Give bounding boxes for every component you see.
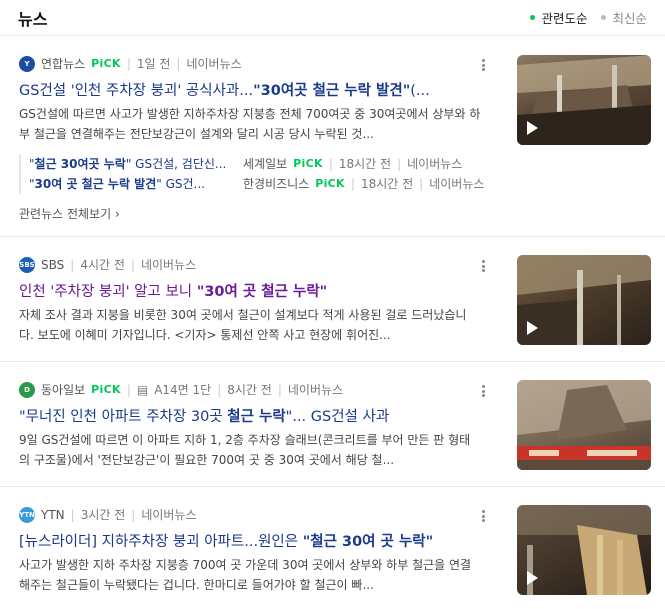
sort-options: 관련도순 최신순: [530, 8, 647, 27]
news-title-link[interactable]: 인천 '주차장 붕괴' 알고 보니 "30여 곳 철근 누락": [19, 280, 481, 301]
collapse-scene-image: [517, 380, 651, 470]
news-video-thumbnail[interactable]: [517, 55, 651, 145]
news-item: SBS SBS | 4시간 전 | 네이버뉴스 인천 '주차장 붕괴' 알고 보…: [0, 238, 665, 362]
print-page: A14면 1단: [154, 383, 212, 397]
naver-news-link[interactable]: 네이버뉴스: [141, 506, 196, 523]
press-name[interactable]: 연합뉴스: [41, 55, 85, 72]
play-icon: [527, 571, 538, 585]
sort-latest-button[interactable]: 최신순: [601, 8, 647, 27]
news-description[interactable]: GS건설에 따르면 사고가 발생한 지하주차장 지붕층 전체 700여곳 중 3…: [19, 104, 481, 144]
news-photo-thumbnail[interactable]: [517, 380, 651, 470]
news-description[interactable]: 9일 GS건설에 따르면 이 아파트 지하 1, 2층 주차장 슬래브(콘크리트…: [19, 430, 481, 470]
press-name[interactable]: YTN: [41, 508, 65, 522]
news-header: 뉴스 관련도순 최신순: [0, 0, 665, 36]
pick-badge: PiCK: [91, 57, 121, 70]
related-article: "철근 30여곳 누락" GS건설, 검단신... 세계일보 PiCK | 18…: [29, 154, 487, 174]
related-articles: "철근 30여곳 누락" GS건설, 검단신... 세계일보 PiCK | 18…: [19, 154, 487, 194]
section-title: 뉴스: [18, 9, 48, 29]
related-press-name[interactable]: 세계일보: [243, 154, 287, 174]
newspaper-icon: ▤: [136, 382, 149, 397]
related-article: "30여 곳 철근 누락 발견" GS건... 한경비즈니스 PiCK | 18…: [29, 174, 487, 194]
news-item: Y 연합뉴스 PiCK | 1일 전 | 네이버뉴스 GS건설 '인천 주차장 …: [0, 37, 665, 237]
naver-news-link[interactable]: 네이버뉴스: [141, 256, 196, 273]
sbs-logo-icon: SBS: [19, 256, 35, 273]
dot-icon: [601, 15, 607, 20]
more-options-icon[interactable]: [476, 258, 490, 274]
news-source: SBS SBS | 4시간 전 | 네이버뉴스: [19, 256, 197, 273]
related-article-title[interactable]: "30여 곳 철근 누락 발견" GS건...: [29, 174, 237, 194]
more-options-icon[interactable]: [476, 57, 490, 73]
news-source: D 동아일보 PiCK | ▤ A14면 1단 | 8시간 전 | 네이버뉴스: [19, 381, 343, 398]
news-video-thumbnail[interactable]: [517, 505, 651, 595]
donga-logo-icon: D: [19, 381, 35, 398]
news-item: D 동아일보 PiCK | ▤ A14면 1단 | 8시간 전 | 네이버뉴스 …: [0, 363, 665, 487]
naver-news-link[interactable]: 네이버뉴스: [288, 381, 343, 398]
play-icon: [527, 321, 538, 335]
related-press-name[interactable]: 한경비즈니스: [243, 174, 309, 194]
time: 1일 전: [136, 57, 171, 71]
sort-relevance-button[interactable]: 관련도순: [530, 8, 587, 27]
press-name[interactable]: 동아일보: [41, 381, 85, 398]
ytn-logo-icon: YTN: [19, 506, 35, 523]
play-icon: [527, 121, 538, 135]
news-item: YTN YTN | 3시간 전 | 네이버뉴스 [뉴스라이더] 지하주차장 붕괴…: [0, 488, 665, 609]
news-source: YTN YTN | 3시간 전 | 네이버뉴스: [19, 506, 197, 523]
press-name[interactable]: SBS: [41, 258, 64, 272]
news-description[interactable]: 사고가 발생한 지하 주차장 지붕층 700여 곳 가운데 30여 곳에서 상부…: [19, 555, 481, 595]
active-dot-icon: [530, 15, 536, 20]
more-options-icon[interactable]: [476, 508, 490, 524]
more-options-icon[interactable]: [476, 383, 490, 399]
news-title-link[interactable]: [뉴스라이더] 지하주차장 붕괴 아파트...원인은 "철근 30여 곳 누락": [19, 530, 481, 551]
yonhap-logo-icon: Y: [19, 55, 35, 72]
news-title-link[interactable]: GS건설 '인천 주차장 붕괴' 공식사과..."30여곳 철근 누락 발견"(…: [19, 79, 481, 100]
news-title-link[interactable]: "무너진 인천 아파트 주차장 30곳 철근 누락"... GS건설 사과: [19, 405, 481, 426]
news-video-thumbnail[interactable]: [517, 255, 651, 345]
news-source: Y 연합뉴스 PiCK | 1일 전 | 네이버뉴스: [19, 55, 242, 72]
news-description[interactable]: 자체 조사 결과 지붕을 비롯한 30여 곳에서 철근이 설계보다 적게 사용된…: [19, 305, 481, 345]
naver-news-link[interactable]: 네이버뉴스: [186, 55, 241, 72]
related-news-all-link[interactable]: 관련뉴스 전체보기 ›: [19, 205, 120, 222]
related-article-title[interactable]: "철근 30여곳 누락" GS건설, 검단신...: [29, 154, 237, 174]
